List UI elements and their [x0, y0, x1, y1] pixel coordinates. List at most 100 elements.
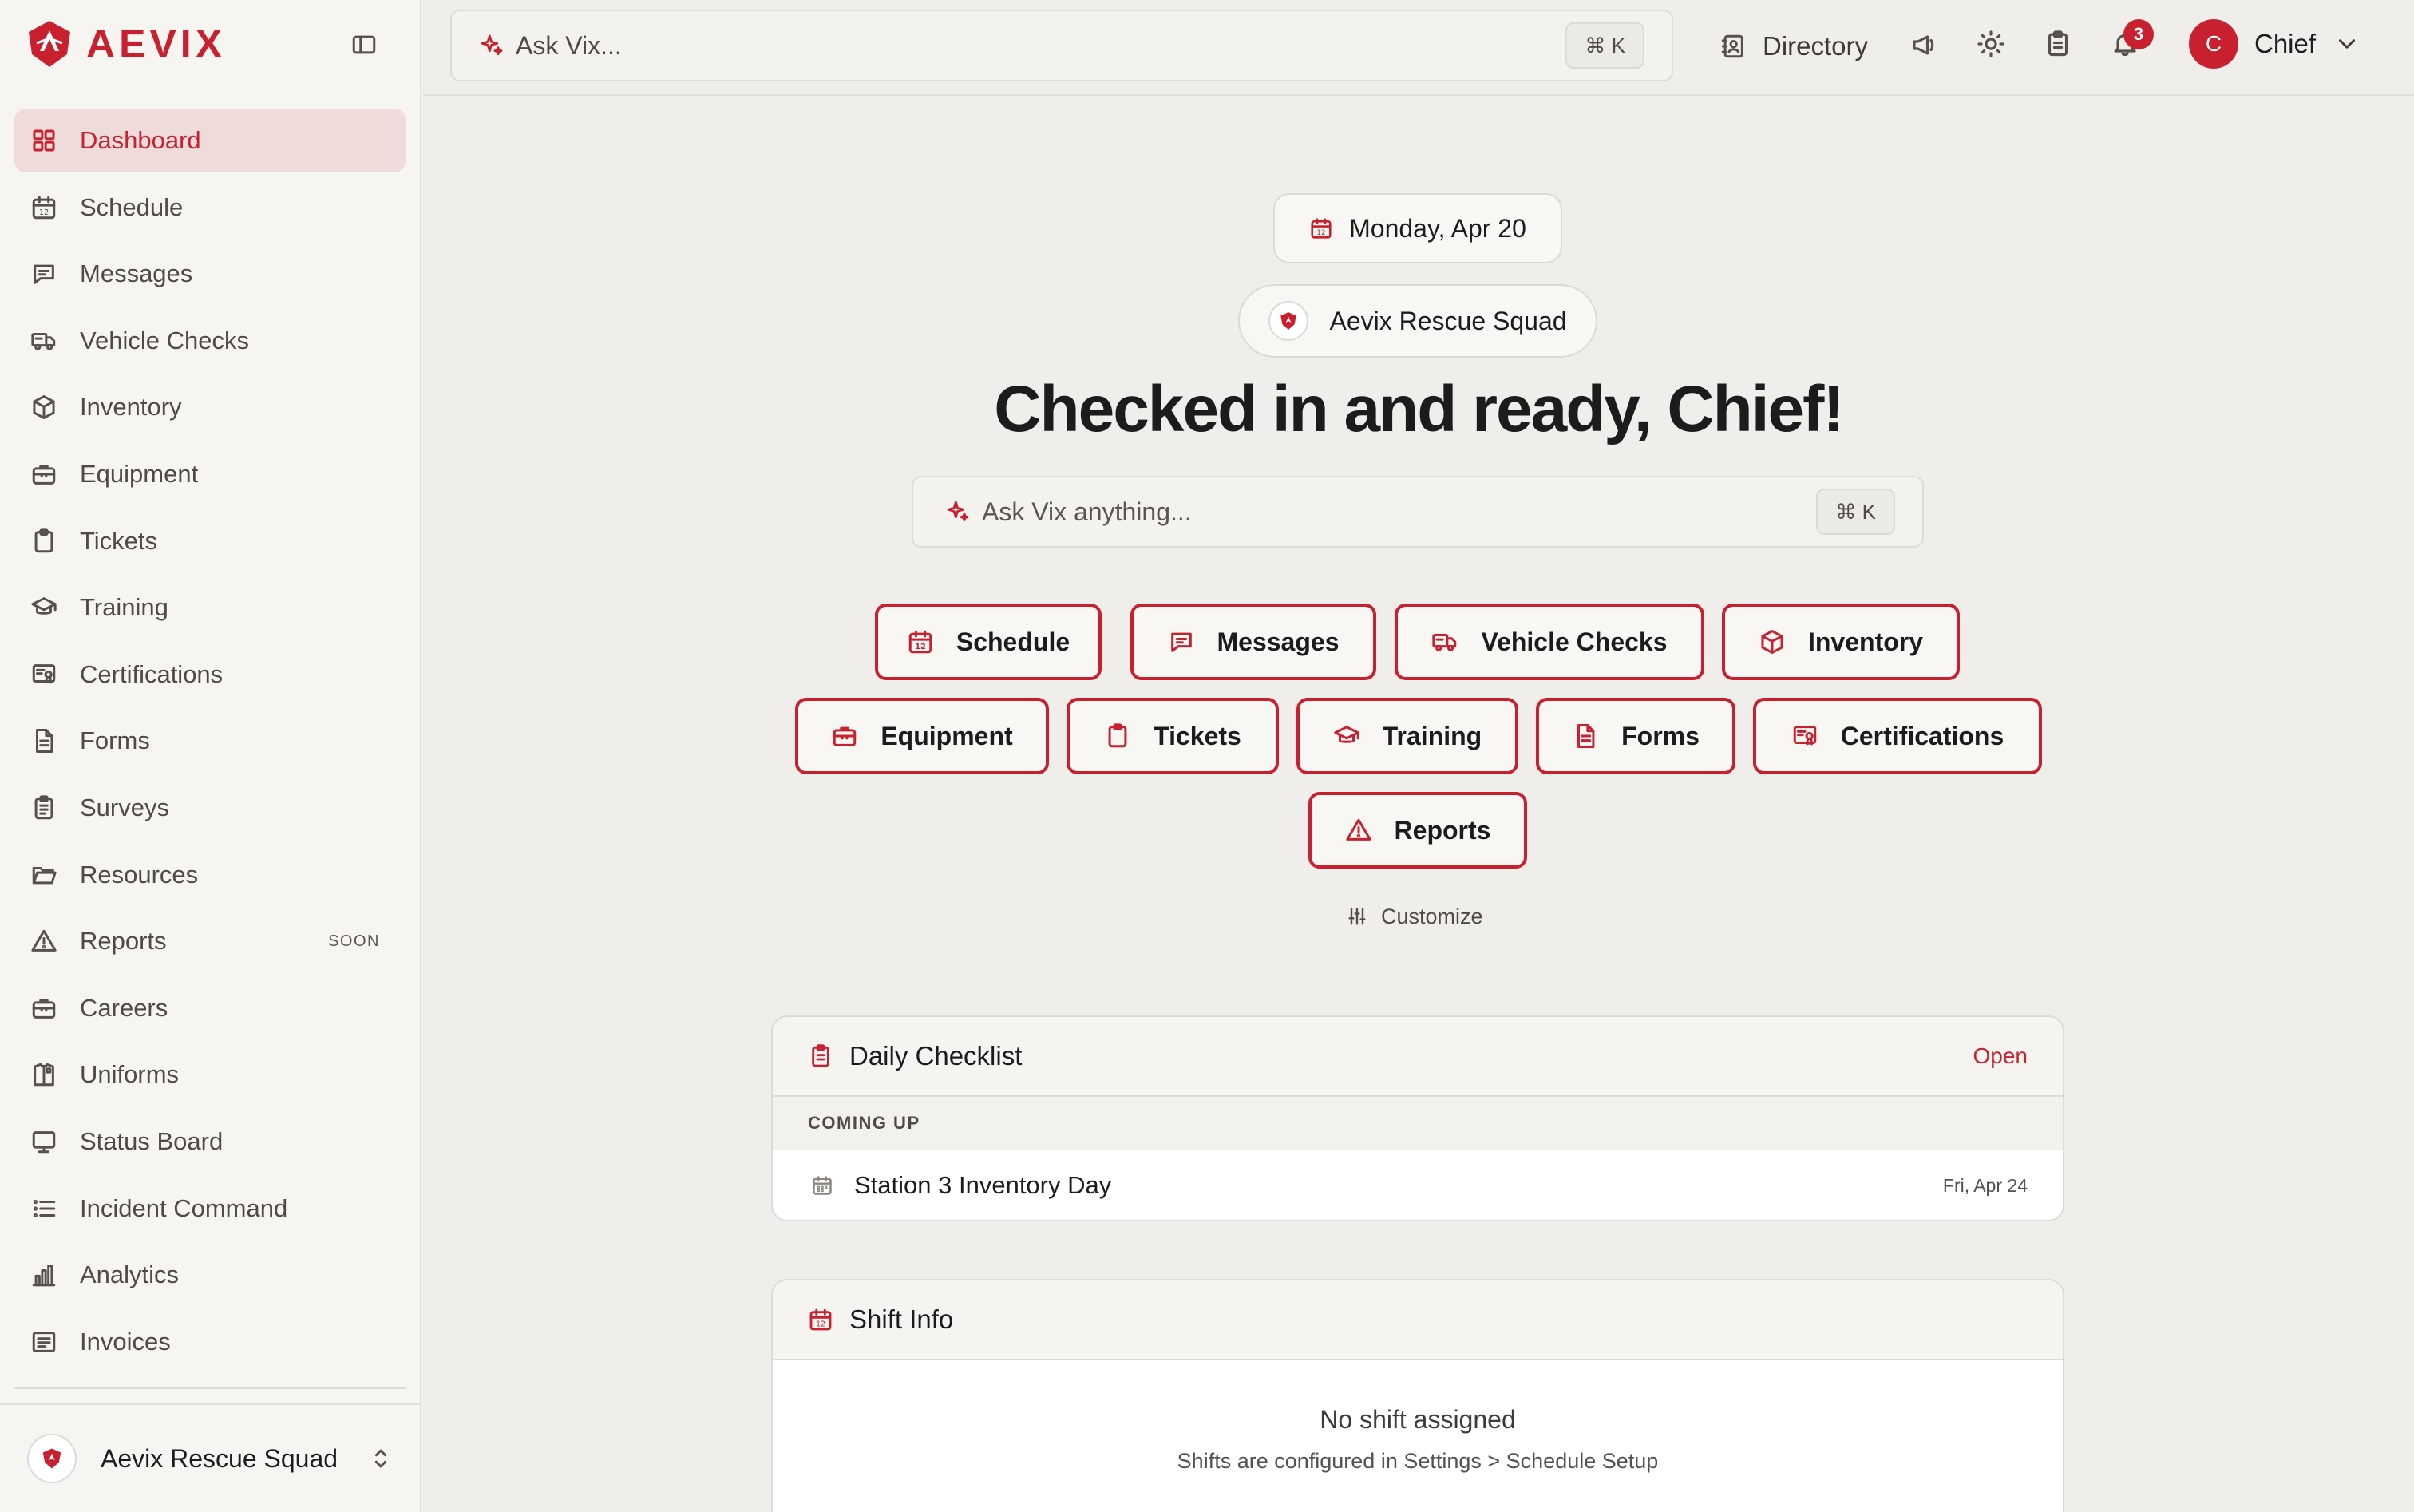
top-bar: Ask Vix... ⌘ K Directory 3 C Chief: [423, 0, 2414, 96]
shift-info-card: 12 Shift Info No shift assigned Shifts a…: [771, 1279, 2064, 1512]
daily-checklist-card: Daily Checklist Open COMING UP Station 3…: [771, 1015, 2064, 1221]
receipt-icon: [32, 1331, 56, 1352]
quick-action-label: Inventory: [1807, 627, 1924, 656]
quick-action-vehicle-checks-button[interactable]: Vehicle Checks: [1395, 604, 1704, 680]
sidebar-item-resources[interactable]: Resources: [14, 843, 406, 907]
truck-icon: [1432, 634, 1457, 651]
soon-badge: SOON: [328, 932, 380, 950]
user-menu[interactable]: C Chief: [2189, 19, 2361, 69]
top-search-placeholder: Ask Vix...: [516, 30, 622, 60]
clipboard-icon: [34, 528, 53, 552]
quick-action-forms-button[interactable]: Forms: [1536, 698, 1735, 774]
notification-count-badge: 3: [2123, 19, 2154, 49]
sidebar-item-tickets[interactable]: Tickets: [14, 509, 406, 573]
org-pill[interactable]: Aevix Rescue Squad: [1238, 284, 1597, 358]
coming-up-heading: COMING UP: [773, 1097, 2063, 1150]
briefcase-icon: [32, 465, 56, 485]
shirt-icon: [34, 1063, 54, 1087]
sidebar-item-vehicle-checks[interactable]: Vehicle Checks: [14, 309, 406, 373]
contact-book-icon: [1721, 34, 1743, 58]
certificate-icon: [1793, 726, 1816, 746]
quick-action-certifications-button[interactable]: Certifications: [1753, 698, 2042, 774]
sidebar-item-label: Analytics: [80, 1261, 180, 1289]
clipboard-icon: [2048, 30, 2068, 57]
quick-action-tickets-button[interactable]: Tickets: [1067, 698, 1279, 774]
date-pill: 12 Monday, Apr 20: [1273, 193, 1562, 263]
sidebar-item-label: Careers: [80, 993, 168, 1022]
sidebar-item-schedule[interactable]: 12 Schedule: [14, 176, 406, 239]
sidebar-item-incident-command[interactable]: Incident Command: [14, 1177, 406, 1241]
sidebar-item-surveys[interactable]: Surveys: [14, 776, 406, 840]
warning-icon: [1345, 818, 1371, 841]
sidebar-item-reports[interactable]: Reports SOON: [14, 909, 406, 973]
quick-action-messages-button[interactable]: Messages: [1130, 604, 1376, 680]
org-badge: [1268, 301, 1309, 341]
org-switcher[interactable]: Aevix Rescue Squad: [0, 1403, 421, 1512]
org-shield-icon: [1280, 312, 1297, 330]
calendar-icon: [813, 1176, 832, 1195]
sidebar-item-label: Resources: [80, 860, 199, 889]
quick-action-label: Forms: [1621, 721, 1700, 750]
sidebar-nav: Dashboard 12 Schedule Messages Vehicle Check…: [14, 109, 406, 1376]
sidebar-item-label: Incident Command: [80, 1193, 288, 1222]
sidebar-item-analytics[interactable]: Analytics: [14, 1243, 406, 1307]
sidebar-item-label: Schedule: [80, 192, 184, 221]
sidebar-item-training[interactable]: Training: [14, 576, 406, 639]
calendar-icon: 12: [809, 1308, 832, 1331]
sidebar-item-label: Status Board: [80, 1126, 224, 1155]
sliders-icon: [1348, 908, 1366, 925]
quick-action-reports-button[interactable]: Reports: [1308, 792, 1527, 869]
sidebar-item-dashboard[interactable]: Dashboard: [14, 109, 406, 172]
sidebar-item-invoices[interactable]: Invoices: [14, 1310, 406, 1374]
announcements-button[interactable]: [1909, 30, 1938, 58]
customize-button[interactable]: Customize: [1346, 900, 1483, 932]
sidebar-item-status-board[interactable]: Status Board: [14, 1110, 406, 1174]
theme-toggle-button[interactable]: [1977, 30, 2005, 58]
document-icon: [1577, 724, 1595, 748]
directory-button[interactable]: Directory: [1719, 24, 1868, 69]
sidebar-item-messages[interactable]: Messages: [14, 242, 406, 306]
sparkle-icon: [947, 501, 969, 522]
sidebar-item-equipment[interactable]: Equipment: [14, 442, 406, 506]
quick-action-equipment-button[interactable]: Equipment: [795, 698, 1049, 774]
clipboard-icon: [812, 1044, 829, 1067]
sidebar-item-uniforms[interactable]: Uniforms: [14, 1043, 406, 1106]
sidebar-item-label: Messages: [80, 259, 193, 288]
clipboard-icon: [1108, 723, 1127, 748]
sidebar-toggle-button[interactable]: [346, 29, 382, 61]
org-shield-icon: [42, 1448, 61, 1469]
quick-action-training-button[interactable]: Training: [1296, 698, 1518, 774]
svg-text:12: 12: [1317, 229, 1326, 237]
list-icon: [33, 1199, 56, 1217]
list-item[interactable]: Station 3 Inventory Day Fri, Apr 24: [773, 1150, 2063, 1220]
shield-logo-icon: [29, 21, 70, 67]
quick-action-inventory-button[interactable]: Inventory: [1722, 604, 1960, 680]
graduation-cap-icon: [31, 597, 57, 615]
quick-action-schedule-button[interactable]: 12 Schedule: [875, 604, 1102, 680]
megaphone-icon: [1913, 35, 1934, 55]
sidebar-item-certifications[interactable]: Certifications: [14, 643, 406, 707]
org-badge: [27, 1434, 77, 1483]
top-search-input[interactable]: Ask Vix... ⌘ K: [450, 10, 1673, 81]
shift-empty-state: No shift assigned Shifts are configured …: [773, 1360, 2063, 1474]
clipboard-list-icon: [34, 795, 53, 820]
ask-vix-input[interactable]: Ask Vix anything... ⌘ K: [912, 476, 1924, 548]
sparkle-icon: [481, 34, 503, 56]
quick-action-label: Certifications: [1840, 721, 2004, 750]
open-checklist-link[interactable]: Open: [1973, 1043, 2028, 1069]
document-icon: [36, 729, 53, 754]
sidebar-item-inventory[interactable]: Inventory: [14, 375, 406, 439]
directory-label: Directory: [1763, 31, 1869, 61]
brand-logo[interactable]: AEVIX: [26, 19, 226, 69]
shortcut-hint: ⌘ K: [1816, 489, 1895, 535]
sidebar-item-label: Tickets: [80, 526, 158, 555]
sidebar-item-label: Inventory: [80, 393, 182, 422]
tasks-button[interactable]: [2044, 30, 2072, 58]
warning-icon: [31, 929, 57, 952]
sidebar-item-careers[interactable]: Careers: [14, 976, 406, 1040]
sidebar-item-forms[interactable]: Forms: [14, 709, 406, 773]
box-icon: [33, 395, 55, 420]
sidebar-item-label: Vehicle Checks: [80, 326, 249, 354]
svg-text:12: 12: [39, 208, 49, 217]
message-icon: [34, 264, 54, 285]
